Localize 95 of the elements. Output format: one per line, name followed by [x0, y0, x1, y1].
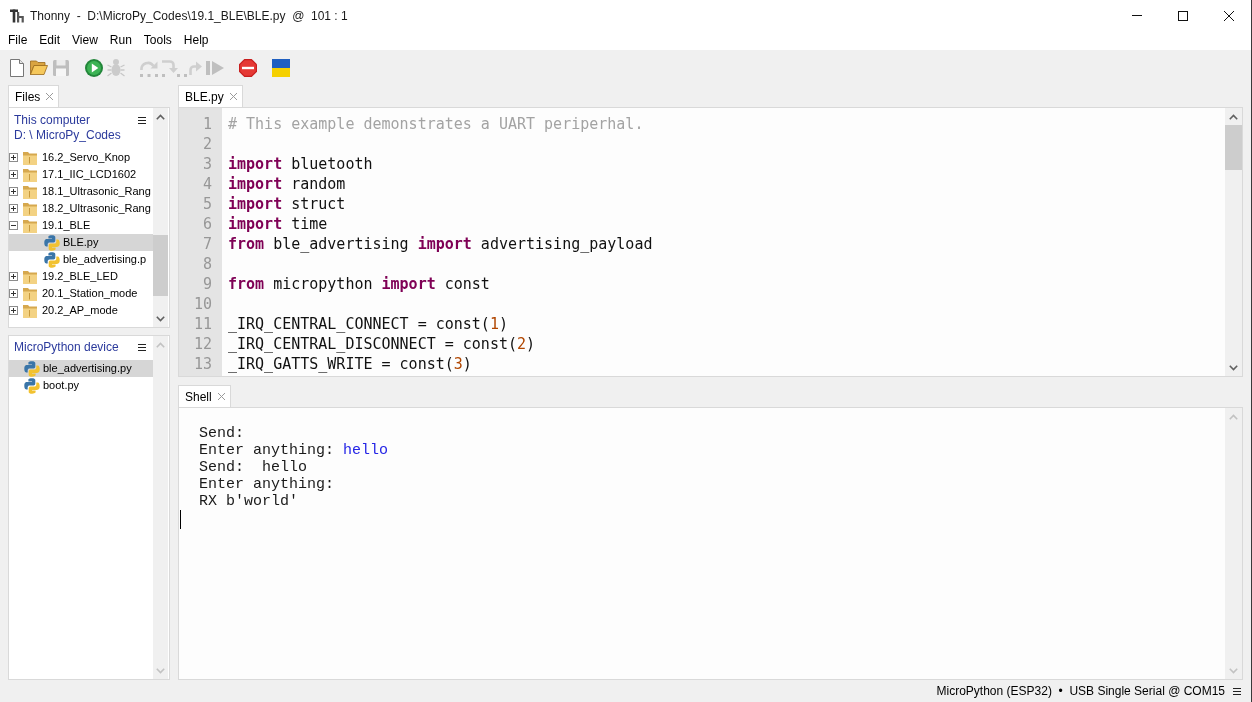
file-icon	[24, 360, 40, 377]
window-title: Thonny - D:\MicroPy_Codes\19.1_BLE\BLE.py @ 101 : 1	[30, 7, 348, 25]
folder-icon	[23, 201, 37, 216]
menu-item[interactable]: Tools	[137, 31, 178, 50]
folder-icon	[23, 218, 37, 233]
close-icon[interactable]	[46, 93, 54, 100]
tree-item[interactable]: BLE.py	[9, 234, 153, 251]
code-line: import time	[228, 214, 328, 234]
shell-line: Send:	[199, 425, 244, 442]
panel-title: MicroPython device	[14, 340, 119, 355]
expand-icon[interactable]	[9, 289, 18, 298]
folder-icon	[23, 303, 37, 318]
tree-item[interactable]: 19.2_BLE_LED	[9, 268, 153, 285]
app-logo-icon	[10, 8, 24, 23]
tree-item[interactable]: 20.1_Station_mode	[9, 285, 153, 302]
tab[interactable]: Shell	[178, 385, 231, 407]
tree-item[interactable]: 17.1_IIC_LCD1602	[9, 166, 153, 183]
line-number: 13	[193, 354, 212, 374]
menu-icon[interactable]	[138, 344, 146, 351]
close-icon	[1223, 10, 1234, 21]
chevron-down-icon[interactable]	[1229, 364, 1238, 371]
expand-icon[interactable]	[9, 187, 18, 196]
scrollbar-thumb[interactable]	[153, 235, 168, 296]
line-number: 10	[193, 294, 212, 314]
line-number: 11	[193, 314, 212, 334]
file-icon	[24, 377, 40, 394]
close-icon[interactable]	[229, 93, 237, 100]
line-number: 4	[202, 174, 212, 194]
line-number: 9	[202, 274, 212, 294]
line-number: 1	[202, 114, 212, 134]
expand-icon[interactable]	[9, 204, 18, 213]
folder-icon	[23, 184, 37, 199]
chevron-down-icon[interactable]	[156, 315, 165, 322]
code-line: _IRQ_CENTRAL_CONNECT = const(1)	[228, 314, 508, 334]
code-line: import bluetooth	[228, 154, 373, 174]
line-number: 5	[202, 194, 212, 214]
chevron-up-icon[interactable]	[156, 113, 165, 120]
tree-item[interactable]: boot.py	[9, 377, 153, 394]
tree-item[interactable]: 18.2_Ultrasonic_Rang	[9, 200, 153, 217]
code-line: from micropython import const	[228, 274, 490, 294]
collapse-icon[interactable]	[9, 221, 18, 230]
menu-icon[interactable]	[1233, 687, 1241, 695]
tree-item[interactable]: 19.1_BLE	[9, 217, 153, 234]
tree-item[interactable]: 16.2_Servo_Knop	[9, 149, 153, 166]
shell-line: Enter anything: hello	[199, 442, 389, 459]
file-icon	[44, 234, 60, 251]
tree-item[interactable]: ble_advertising.p	[9, 251, 153, 268]
close-icon[interactable]	[217, 393, 225, 400]
text-cursor	[180, 510, 181, 529]
line-number: 8	[202, 254, 212, 274]
code-line: from ble_advertising import advertising_payload	[228, 234, 653, 254]
minimize-icon	[1132, 15, 1142, 16]
tree-item[interactable]: 18.1_Ultrasonic_Rang	[9, 183, 153, 200]
code-line: _IRQ_CENTRAL_DISCONNECT = const(2)	[228, 334, 536, 354]
folder-path[interactable]: D: \ MicroPy_Codes	[14, 128, 121, 143]
shell-line: Enter anything:	[199, 476, 335, 493]
folder-icon	[23, 286, 37, 301]
menu-item[interactable]: Run	[103, 31, 138, 50]
tree-item[interactable]: 20.2_AP_mode	[9, 302, 153, 319]
menu-icon[interactable]	[138, 117, 146, 124]
folder-icon	[23, 150, 37, 165]
chevron-up-icon[interactable]	[1229, 113, 1238, 120]
folder-icon	[23, 269, 37, 284]
shell-console[interactable]: Send: Enter anything: hello Send: hello Enter anything: RX b'world'	[178, 407, 1243, 680]
expand-icon[interactable]	[9, 170, 18, 179]
code-editor[interactable]	[178, 107, 1243, 377]
line-number: 2	[202, 134, 212, 154]
menu-item[interactable]: Edit	[33, 31, 67, 50]
scrollbar[interactable]	[153, 108, 168, 327]
code-line: import random	[228, 174, 346, 194]
tree-item[interactable]: ble_advertising.py	[9, 360, 153, 377]
shell-line: RX b'world'	[199, 493, 299, 510]
file-icon	[44, 251, 60, 268]
menu-item[interactable]: File	[2, 31, 34, 50]
tab[interactable]: BLE.py	[178, 85, 243, 107]
line-number: 12	[193, 334, 212, 354]
tab[interactable]: Files	[8, 85, 60, 107]
code-line: _IRQ_GATTS_WRITE = const(3)	[228, 354, 472, 374]
expand-icon[interactable]	[9, 153, 18, 162]
line-number: 7	[202, 234, 212, 254]
folder-icon	[23, 167, 37, 182]
code-line: import struct	[228, 194, 346, 214]
expand-icon[interactable]	[9, 272, 18, 281]
expand-icon[interactable]	[9, 306, 18, 315]
maximize-icon	[1178, 10, 1188, 21]
line-number: 6	[202, 214, 212, 234]
scrollbar-thumb[interactable]	[1225, 125, 1242, 170]
menu-item[interactable]: Help	[177, 31, 215, 50]
location-title[interactable]: This computer	[14, 113, 91, 128]
scrollbar[interactable]	[1225, 108, 1242, 376]
menu-item[interactable]: View	[66, 31, 104, 50]
interpreter-selector[interactable]: MicroPython (ESP32) • USB Single Serial @ COM15	[936, 682, 1225, 700]
line-number: 3	[202, 154, 212, 174]
code-line: # This example demonstrates a UART periperhal.	[228, 114, 644, 134]
shell-line: Send: hello	[199, 459, 308, 476]
